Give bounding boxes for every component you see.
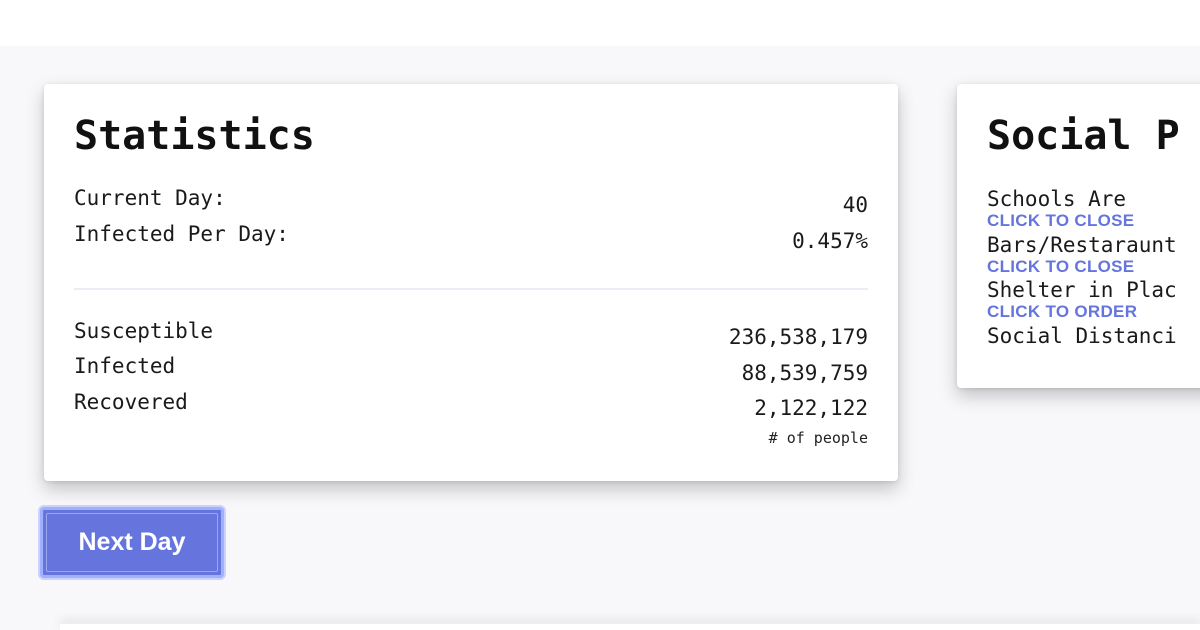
infected-per-day-label: Infected Per Day: <box>74 222 289 246</box>
top-strip <box>0 0 1200 46</box>
social-policy-title: Social P <box>987 113 1180 159</box>
policy-label-schools: Schools Are <box>987 187 1127 211</box>
infected-per-day-value: 0.457% <box>792 229 868 253</box>
recovered-value: 2,122,122 <box>754 396 868 420</box>
stats-divider <box>74 288 868 290</box>
susceptible-label: Susceptible <box>74 319 214 343</box>
current-day-label: Current Day: <box>74 186 226 210</box>
policy-label-social-distancing: Social Distanci <box>987 324 1177 348</box>
people-unit-note: # of people <box>768 429 868 447</box>
social-policy-card: Social P Schools Are CLICK TO CLOSE Bars… <box>957 84 1200 388</box>
next-card-edge <box>60 624 1200 630</box>
close-bars-link[interactable]: CLICK TO CLOSE <box>987 258 1134 275</box>
close-schools-link[interactable]: CLICK TO CLOSE <box>987 212 1134 229</box>
next-day-label: Next Day <box>78 528 186 556</box>
infected-label: Infected <box>74 354 176 378</box>
recovered-label: Recovered <box>74 390 188 414</box>
next-day-button[interactable]: Next Day <box>40 507 224 578</box>
order-shelter-link[interactable]: CLICK TO ORDER <box>987 303 1137 320</box>
statistics-title: Statistics <box>74 113 315 159</box>
susceptible-value: 236,538,179 <box>728 325 868 349</box>
infected-value: 88,539,759 <box>741 361 868 385</box>
policy-label-bars: Bars/Restaraunt <box>987 233 1177 257</box>
policy-label-shelter: Shelter in Plac <box>987 278 1177 302</box>
statistics-card: Statistics Current Day: 40 Infected Per … <box>44 84 898 481</box>
current-day-value: 40 <box>842 193 868 217</box>
